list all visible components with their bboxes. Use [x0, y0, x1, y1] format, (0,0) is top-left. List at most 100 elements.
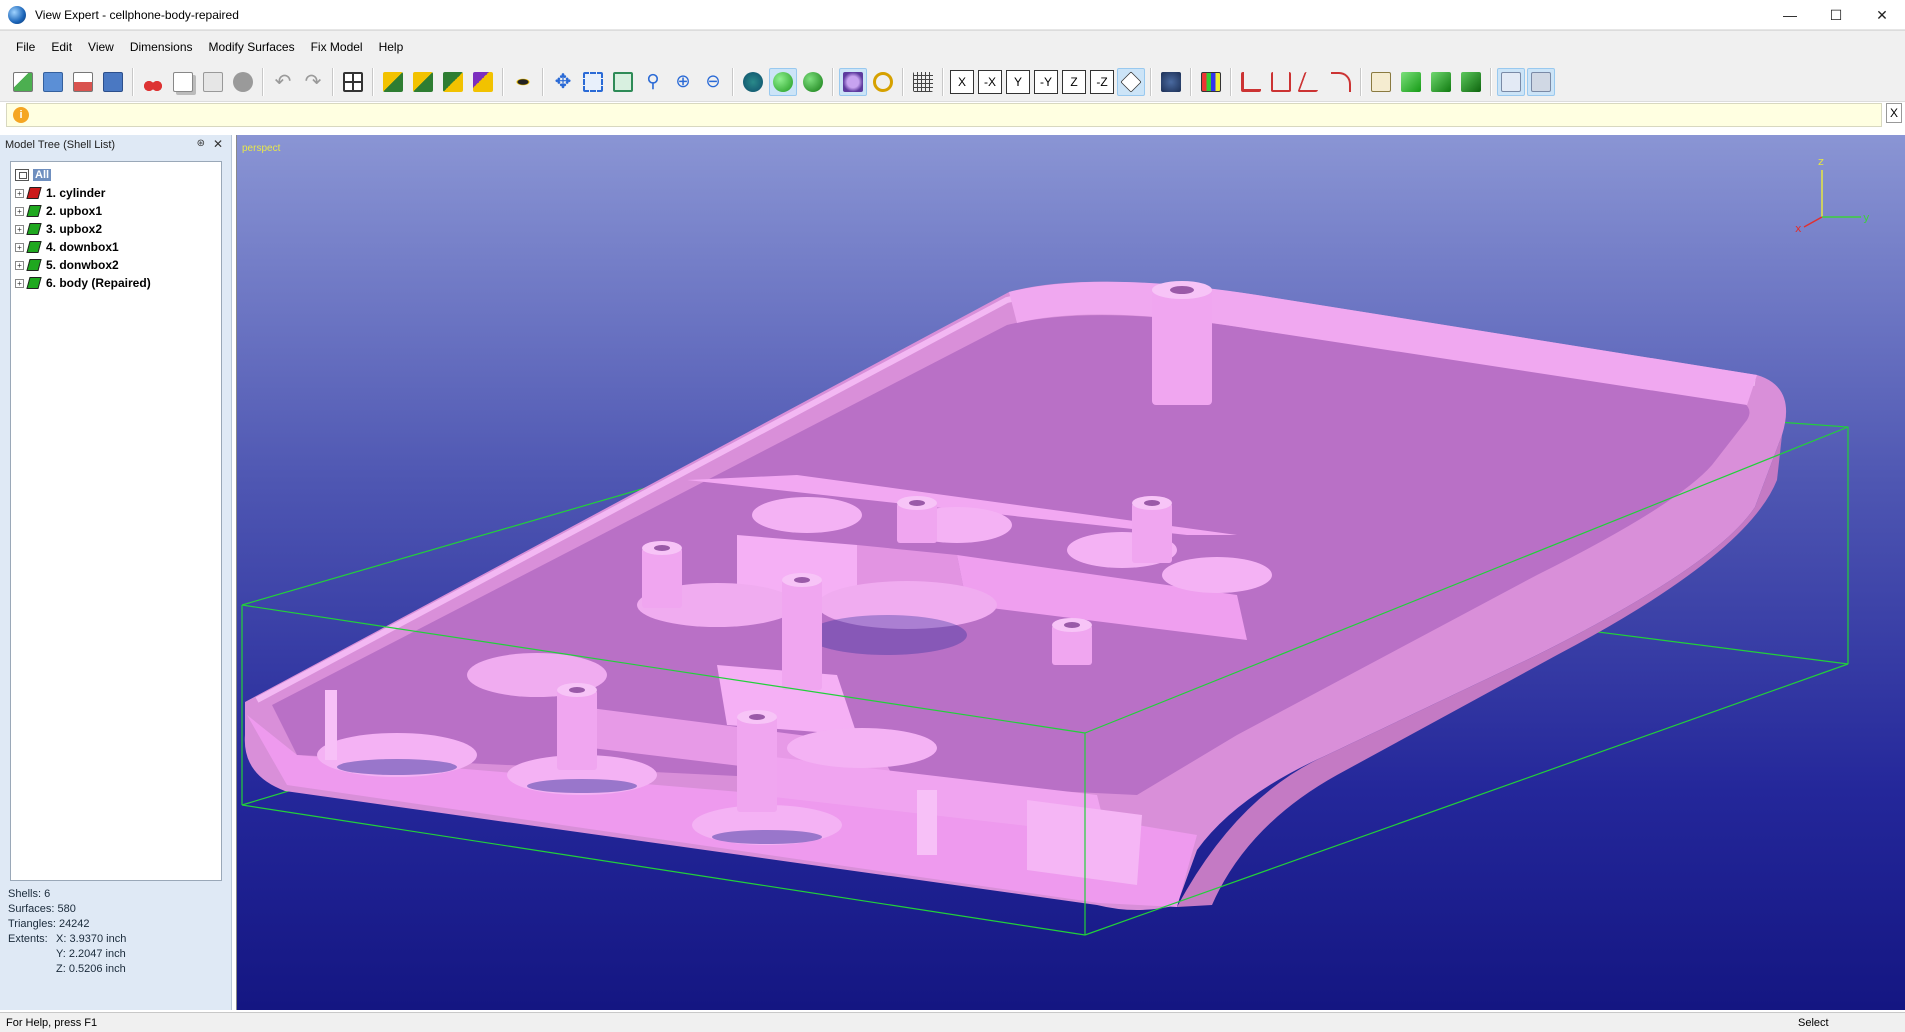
select-triangle-button[interactable]: [439, 68, 467, 96]
zoom-window-button[interactable]: [579, 68, 607, 96]
tree-item-cylinder[interactable]: + 1. cylinder: [11, 184, 221, 202]
select-shell-icon: [383, 71, 403, 92]
view-neg-y-button[interactable]: -Y: [1034, 69, 1058, 94]
panel-header: Model Tree (Shell List) ⊛ ✕: [0, 135, 231, 155]
green-shell-icon: [1461, 71, 1481, 92]
copy-button[interactable]: [169, 68, 197, 96]
toolbar-separator: [902, 67, 904, 96]
tree-item-upbox2[interactable]: + 3. upbox2: [11, 220, 221, 238]
select-shell-button[interactable]: [379, 68, 407, 96]
toolbar-separator: [942, 67, 944, 96]
stat-triangles: Triangles: 24242: [8, 918, 90, 930]
3d-viewport[interactable]: perspect z y x: [236, 135, 1905, 1010]
add-box-button[interactable]: [1397, 68, 1425, 96]
transparent-button[interactable]: [839, 67, 867, 96]
toolbar-separator: [262, 67, 264, 96]
tree-item-label: 6. body (Repaired): [46, 276, 151, 290]
zoom-out-button[interactable]: ⊖: [699, 68, 727, 96]
zoom-fit-button[interactable]: [609, 68, 637, 96]
pin-icon[interactable]: ⊛: [197, 138, 205, 149]
print-button[interactable]: [39, 68, 67, 96]
dimension-button[interactable]: [1267, 68, 1295, 96]
menu-dimensions[interactable]: Dimensions: [122, 31, 201, 63]
cut-button[interactable]: [139, 68, 167, 96]
angle-button[interactable]: [1297, 68, 1325, 96]
render-shaded-edges-button[interactable]: [799, 68, 827, 96]
expand-icon[interactable]: +: [15, 224, 24, 234]
select-edge-button[interactable]: [469, 68, 497, 96]
select-surface-button[interactable]: [409, 68, 437, 96]
expand-icon[interactable]: +: [15, 206, 24, 216]
toolbar-separator: [732, 67, 734, 96]
clear-button[interactable]: [229, 68, 257, 96]
tree-root-all[interactable]: All: [11, 166, 221, 184]
title-bar: View Expert - cellphone-body-repaired — …: [0, 0, 1905, 30]
shell-status-icon: [26, 187, 42, 199]
paste-button[interactable]: [199, 68, 227, 96]
shell-color-button[interactable]: [1157, 68, 1185, 96]
add-shell-button[interactable]: [1457, 68, 1485, 96]
print-preview-button[interactable]: [69, 68, 97, 96]
main-toolbar: ↶ ↷ ✥ ⚲ ⊕ ⊖ X -X Y -Y Z -Z: [0, 62, 1905, 102]
expand-icon[interactable]: +: [15, 260, 24, 270]
model-canvas[interactable]: z y x: [237, 135, 1905, 1010]
panel-close-icon[interactable]: ✕: [213, 137, 223, 151]
eye-icon: [513, 71, 533, 92]
toolbar-separator: [132, 67, 134, 96]
measure-button[interactable]: [1237, 68, 1265, 96]
grid-icon: [913, 71, 933, 92]
view-y-button[interactable]: Y: [1006, 69, 1030, 94]
info-bar-close-button[interactable]: X: [1886, 103, 1902, 123]
view-eye-button[interactable]: [509, 68, 537, 96]
tree-item-upbox1[interactable]: + 2. upbox1: [11, 202, 221, 220]
add-cube-button[interactable]: [1427, 68, 1455, 96]
redo-icon: ↷: [304, 71, 322, 93]
save-button[interactable]: [99, 68, 127, 96]
view-neg-z-button[interactable]: -Z: [1090, 69, 1114, 94]
grid-button[interactable]: [909, 68, 937, 96]
expand-icon[interactable]: +: [15, 242, 24, 252]
report-button[interactable]: [1367, 68, 1395, 96]
minimize-button[interactable]: —: [1767, 0, 1813, 30]
color-print-button[interactable]: [1197, 68, 1225, 96]
tree-item-downbox1[interactable]: + 4. downbox1: [11, 238, 221, 256]
menu-file[interactable]: File: [8, 31, 43, 63]
open-file-button[interactable]: [9, 68, 37, 96]
select-triangle-icon: [443, 71, 463, 92]
menu-view[interactable]: View: [80, 31, 122, 63]
view-x-button[interactable]: X: [950, 69, 974, 94]
pan-button[interactable]: ✥: [549, 68, 577, 96]
expand-icon[interactable]: +: [15, 278, 24, 288]
expand-icon[interactable]: +: [15, 188, 24, 198]
pan-arrows-icon: ✥: [554, 71, 572, 93]
show-info-button[interactable]: [1527, 67, 1555, 96]
view-iso-button[interactable]: [1117, 67, 1145, 96]
radius-button[interactable]: [1327, 68, 1355, 96]
redo-button[interactable]: ↷: [299, 68, 327, 96]
stat-extent-x: X: 3.9370 inch: [56, 933, 127, 945]
maximize-button[interactable]: ☐: [1813, 0, 1859, 30]
toolbar-separator: [832, 67, 834, 96]
tree-item-donwbox2[interactable]: + 5. donwbox2: [11, 256, 221, 274]
menu-modify-surfaces[interactable]: Modify Surfaces: [201, 31, 303, 63]
select-all-button[interactable]: [339, 68, 367, 96]
zoom-out-icon: ⊖: [705, 71, 721, 91]
render-wireframe-button[interactable]: [739, 68, 767, 96]
zoom-in-button[interactable]: ⊕: [669, 68, 697, 96]
menu-help[interactable]: Help: [371, 31, 412, 63]
render-shaded-button[interactable]: [769, 67, 797, 96]
show-panel-button[interactable]: [1497, 67, 1525, 96]
stat-extents-label: Extents:: [8, 933, 48, 945]
stat-extents-z-row: Z: 0.5206 inch: [8, 962, 126, 977]
view-z-button[interactable]: Z: [1062, 69, 1086, 94]
menu-edit[interactable]: Edit: [43, 31, 80, 63]
rotate-button[interactable]: [869, 68, 897, 96]
radius-icon: [1331, 71, 1351, 92]
menu-fix-model[interactable]: Fix Model: [303, 31, 371, 63]
undo-button[interactable]: ↶: [269, 68, 297, 96]
view-neg-x-button[interactable]: -X: [978, 69, 1002, 94]
status-mode-text: Select: [1798, 1016, 1829, 1029]
close-button[interactable]: ✕: [1859, 0, 1905, 30]
tree-item-body[interactable]: + 6. body (Repaired): [11, 274, 221, 292]
zoom-button[interactable]: ⚲: [639, 68, 667, 96]
